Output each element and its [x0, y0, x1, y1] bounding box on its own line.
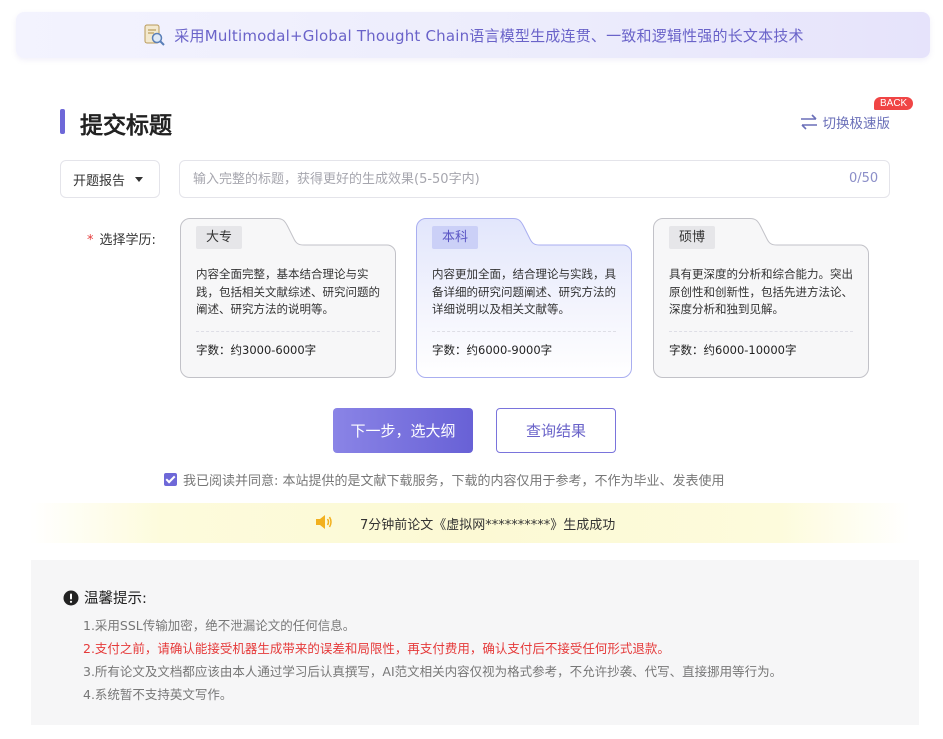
card-word-count: 字数：约3000-6000字	[196, 343, 317, 357]
tip-item: 1.采用SSL传输加密，绝不泄漏论文的任何信息。	[83, 618, 356, 633]
report-type-select[interactable]: 开题报告	[60, 160, 160, 198]
query-results-button[interactable]: 查询结果	[496, 408, 616, 453]
required-mark: *	[87, 233, 94, 248]
tips-list: 1.采用SSL传输加密，绝不泄漏论文的任何信息。 2.支付之前，请确认能接受机器…	[83, 614, 782, 706]
section-header: 提交标题 切换极速版	[60, 106, 891, 139]
education-label: * 选择学历:	[87, 233, 156, 248]
caret-down-icon	[135, 176, 144, 182]
top-banner: 采用Multimodal+Global Thought Chain语言模型生成连…	[16, 12, 930, 58]
card-word-count: 字数：约6000-10000字	[669, 343, 797, 357]
title-input[interactable]	[179, 160, 890, 198]
report-type-value: 开题报告	[73, 173, 126, 189]
card-description: 内容全面完整，基本结合理论与实践，包括相关文献综述、研究问题的阐述、研究方法的说…	[196, 267, 380, 316]
card-divider	[432, 331, 616, 332]
card-divider	[196, 331, 380, 332]
banner-text: 采用Multimodal+Global Thought Chain语言模型生成连…	[174, 26, 804, 45]
back-badge[interactable]: BACK	[874, 97, 914, 110]
agreement-text: 我已阅读并同意: 本站提供的是文献下载服务，下载的内容仅用于参考，不作为毕业、发…	[183, 474, 725, 489]
title-accent-bar	[60, 109, 65, 134]
tips-header: 温馨提示:	[63, 587, 147, 608]
swap-arrows-icon	[800, 114, 817, 130]
education-card-graduate[interactable]: 硕博 具有更深度的分析和综合能力。突出原创性和创新性，包括先进方法论、深度分析和…	[653, 218, 869, 378]
tips-panel: 温馨提示: 1.采用SSL传输加密，绝不泄漏论文的任何信息。 2.支付之前，请确…	[31, 560, 919, 725]
card-tag: 大专	[196, 226, 243, 249]
tip-item-warning: 2.支付之前，请确认能接受机器生成带来的误差和局限性，再支付费用，确认支付后不接…	[83, 641, 670, 656]
document-magnifier-icon	[144, 24, 166, 46]
exclamation-circle-icon	[63, 590, 79, 605]
education-card-bachelor[interactable]: 本科 内容更加全面，结合理论与实践，具备详细的研究问题阐述、研究方法的详细说明以…	[416, 218, 632, 378]
tip-item: 4.系统暂不支持英文写作。	[83, 687, 233, 702]
card-tag: 硕博	[669, 226, 716, 249]
notice-text: 7分钟前论文《虚拟网**********》生成成功	[360, 518, 616, 533]
tips-title: 温馨提示:	[84, 591, 147, 607]
card-word-count: 字数：约6000-9000字	[432, 343, 553, 357]
card-tag: 本科	[432, 226, 479, 249]
card-description: 具有更深度的分析和综合能力。突出原创性和创新性，包括先进方法论、深度分析和独到见…	[669, 267, 853, 316]
education-card-college[interactable]: 大专 内容全面完整，基本结合理论与实践，包括相关文献综述、研究问题的阐述、研究方…	[180, 218, 396, 378]
page-title: 提交标题	[80, 113, 172, 139]
card-description: 内容更加全面，结合理论与实践，具备详细的研究问题阐述、研究方法的详细说明以及相关…	[432, 267, 616, 316]
speaker-icon	[316, 515, 332, 529]
card-divider	[669, 331, 853, 332]
tip-item: 3.所有论文及文档都应该由本人通过学习后认真撰写，AI范文相关内容仅视为格式参考…	[83, 664, 783, 679]
agreement-row: 我已阅读并同意: 本站提供的是文献下载服务，下载的内容仅用于参考，不作为毕业、发…	[164, 470, 725, 489]
agreement-checkbox[interactable]	[164, 473, 177, 486]
switch-fast-version-button[interactable]: 切换极速版	[799, 112, 891, 132]
next-step-button[interactable]: 下一步，选大纲	[333, 408, 473, 453]
switch-label: 切换极速版	[822, 116, 891, 132]
character-counter: 0/50	[849, 171, 879, 186]
